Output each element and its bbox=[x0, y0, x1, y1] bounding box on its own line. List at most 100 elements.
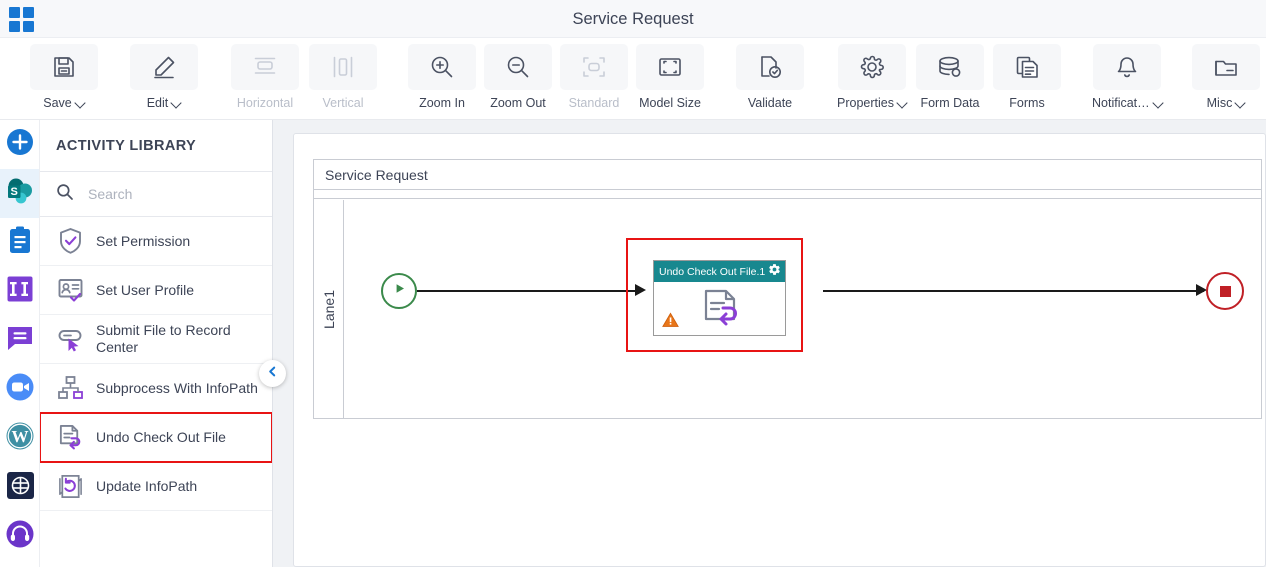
start-event[interactable] bbox=[381, 273, 417, 309]
search-row[interactable] bbox=[40, 172, 272, 217]
activity-item-label: Submit File to Record Center bbox=[96, 322, 231, 355]
sharepoint-icon: S bbox=[5, 176, 35, 211]
play-icon bbox=[393, 282, 406, 300]
support-headset-icon bbox=[5, 519, 35, 554]
standard-size-icon bbox=[560, 44, 628, 90]
forms-icon bbox=[993, 44, 1061, 90]
chevron-down-icon[interactable] bbox=[898, 98, 907, 107]
toolbar-button-text: Forms bbox=[1009, 96, 1045, 110]
toolbar-button-zoom-in[interactable]: Zoom In bbox=[408, 44, 476, 116]
zoom-out-icon bbox=[484, 44, 552, 90]
toolbar-button-edit[interactable]: Edit bbox=[130, 44, 198, 116]
activity-library-panel: ACTIVITY LIBRARY Set Permission Set User … bbox=[40, 120, 273, 567]
rail-item-sharepoint[interactable]: S bbox=[0, 169, 39, 218]
toolbar-button-label: Misc bbox=[1207, 96, 1246, 110]
toolbar-button-properties[interactable]: Properties bbox=[837, 44, 907, 116]
jira-icon bbox=[6, 275, 34, 308]
activity-list: Set Permission Set User Profile Submit Fil… bbox=[40, 217, 272, 511]
svg-text:W: W bbox=[12, 427, 29, 446]
collapse-panel-button[interactable] bbox=[259, 360, 286, 387]
svg-text:S: S bbox=[11, 186, 18, 198]
update-infopath-icon bbox=[56, 472, 84, 500]
toolbar-button-model-size[interactable]: Model Size bbox=[636, 44, 704, 116]
canvas-sheet: Service Request Lane1 Undo Check Out Fil… bbox=[293, 133, 1266, 567]
rail-item-jira[interactable] bbox=[0, 267, 39, 316]
toolbar-button-label: Edit bbox=[147, 96, 182, 110]
toolbar-button-text: Edit bbox=[146, 96, 169, 110]
activity-item-subprocess-with-infopath[interactable]: Subprocess With InfoPath bbox=[40, 364, 272, 413]
shield-check-icon bbox=[56, 227, 84, 255]
rail-item-clipboard-tasks[interactable] bbox=[0, 218, 39, 267]
toolbar-button-standard: Standard bbox=[560, 44, 628, 116]
pool-title: Service Request bbox=[314, 160, 1261, 190]
activity-item-set-permission[interactable]: Set Permission bbox=[40, 217, 272, 266]
toolbar-button-label: Form Data bbox=[920, 96, 979, 110]
toolbar-button-text: Form Data bbox=[920, 96, 980, 110]
activity-node[interactable]: Undo Check Out File.1 bbox=[653, 260, 786, 336]
toolbar-button-misc[interactable]: Misc bbox=[1192, 44, 1260, 116]
toolbar-button-text: Vertical bbox=[322, 96, 364, 110]
activity-selection-outline: Undo Check Out File.1 bbox=[626, 238, 803, 352]
toolbar-button-text: Misc bbox=[1206, 96, 1233, 110]
clipboard-tasks-icon bbox=[6, 225, 34, 260]
rail-item-wordpress[interactable]: W bbox=[0, 414, 39, 463]
rail-item-zoom-video[interactable] bbox=[0, 365, 39, 414]
toolbar-button-label: Standard bbox=[569, 96, 620, 110]
toolbar-button-zoom-out[interactable]: Zoom Out bbox=[484, 44, 552, 116]
activity-item-undo-check-out-file[interactable]: Undo Check Out File bbox=[40, 412, 272, 463]
toolbar-button-text: Notificat… bbox=[1092, 96, 1150, 110]
toolbar-button-label: Forms bbox=[1009, 96, 1044, 110]
toolbar-button-validate[interactable]: Validate bbox=[736, 44, 804, 116]
validate-icon bbox=[736, 44, 804, 90]
chevron-left-icon bbox=[266, 365, 279, 383]
toolbar-button-text: Properties bbox=[837, 96, 894, 110]
chevron-down-icon[interactable] bbox=[1154, 98, 1163, 107]
activity-item-update-infopath[interactable]: Update InfoPath bbox=[40, 462, 272, 511]
toolbar-button-forms[interactable]: Forms bbox=[993, 44, 1061, 116]
model-size-icon bbox=[636, 44, 704, 90]
activity-library-title: ACTIVITY LIBRARY bbox=[40, 120, 272, 172]
toolbar-button-text: Save bbox=[43, 96, 72, 110]
undo-checkout-file-icon bbox=[56, 423, 84, 451]
toolbar-button-label: Model Size bbox=[639, 96, 701, 110]
chevron-down-icon[interactable] bbox=[1236, 98, 1245, 107]
toolbar-button-horizontal: Horizontal bbox=[231, 44, 299, 116]
rail-item-chat[interactable] bbox=[0, 316, 39, 365]
toolbar-button-label: Validate bbox=[748, 96, 792, 110]
lane-body[interactable]: Undo Check Out File.1 bbox=[344, 200, 1263, 419]
toolbar-button-form-data[interactable]: Form Data bbox=[916, 44, 984, 116]
circle-grid-icon bbox=[6, 471, 35, 505]
search-input[interactable] bbox=[86, 185, 246, 203]
add-new-icon bbox=[5, 127, 35, 162]
chevron-down-icon[interactable] bbox=[172, 98, 181, 107]
toolbar-button-text: Zoom In bbox=[419, 96, 465, 110]
subprocess-icon bbox=[56, 374, 84, 402]
toolbar-button-label: Zoom In bbox=[419, 96, 465, 110]
toolbar-button-save[interactable]: Save bbox=[30, 44, 98, 116]
activity-item-set-user-profile[interactable]: Set User Profile bbox=[40, 266, 272, 315]
activity-header: Undo Check Out File.1 bbox=[654, 261, 785, 282]
process-pool[interactable]: Service Request Lane1 Undo Check Out Fil… bbox=[313, 159, 1262, 419]
bell-icon bbox=[1093, 44, 1162, 90]
pool-header-spacer bbox=[314, 190, 1261, 199]
end-event[interactable] bbox=[1206, 272, 1244, 310]
chevron-down-icon[interactable] bbox=[76, 98, 85, 107]
swimlane: Lane1 Undo Check Out File.1 bbox=[314, 200, 1263, 419]
vertical-align-icon bbox=[309, 44, 377, 90]
rail-item-circle-grid[interactable] bbox=[0, 463, 39, 512]
rail-item-support-headset[interactable] bbox=[0, 512, 39, 561]
workflow-canvas[interactable]: Service Request Lane1 Undo Check Out Fil… bbox=[273, 120, 1266, 567]
rail-item-add-new[interactable] bbox=[0, 120, 39, 169]
toolbar-button-label: Horizontal bbox=[237, 96, 293, 110]
toolbar-button-label: Zoom Out bbox=[490, 96, 546, 110]
toolbar-button-notificat[interactable]: Notificat… bbox=[1092, 44, 1163, 116]
lane-label: Lane1 bbox=[314, 200, 344, 419]
toolbar-button-label: Save bbox=[43, 96, 85, 110]
title-bar: Service Request bbox=[0, 0, 1266, 38]
toolbar-button-text: Horizontal bbox=[236, 96, 294, 110]
activity-item-label: Undo Check Out File bbox=[96, 428, 226, 445]
search-icon bbox=[56, 183, 74, 206]
activity-item-submit-file-to-record-center[interactable]: Submit File to Record Center bbox=[40, 315, 272, 364]
horizontal-align-icon bbox=[231, 44, 299, 90]
gear-icon[interactable] bbox=[768, 263, 781, 281]
